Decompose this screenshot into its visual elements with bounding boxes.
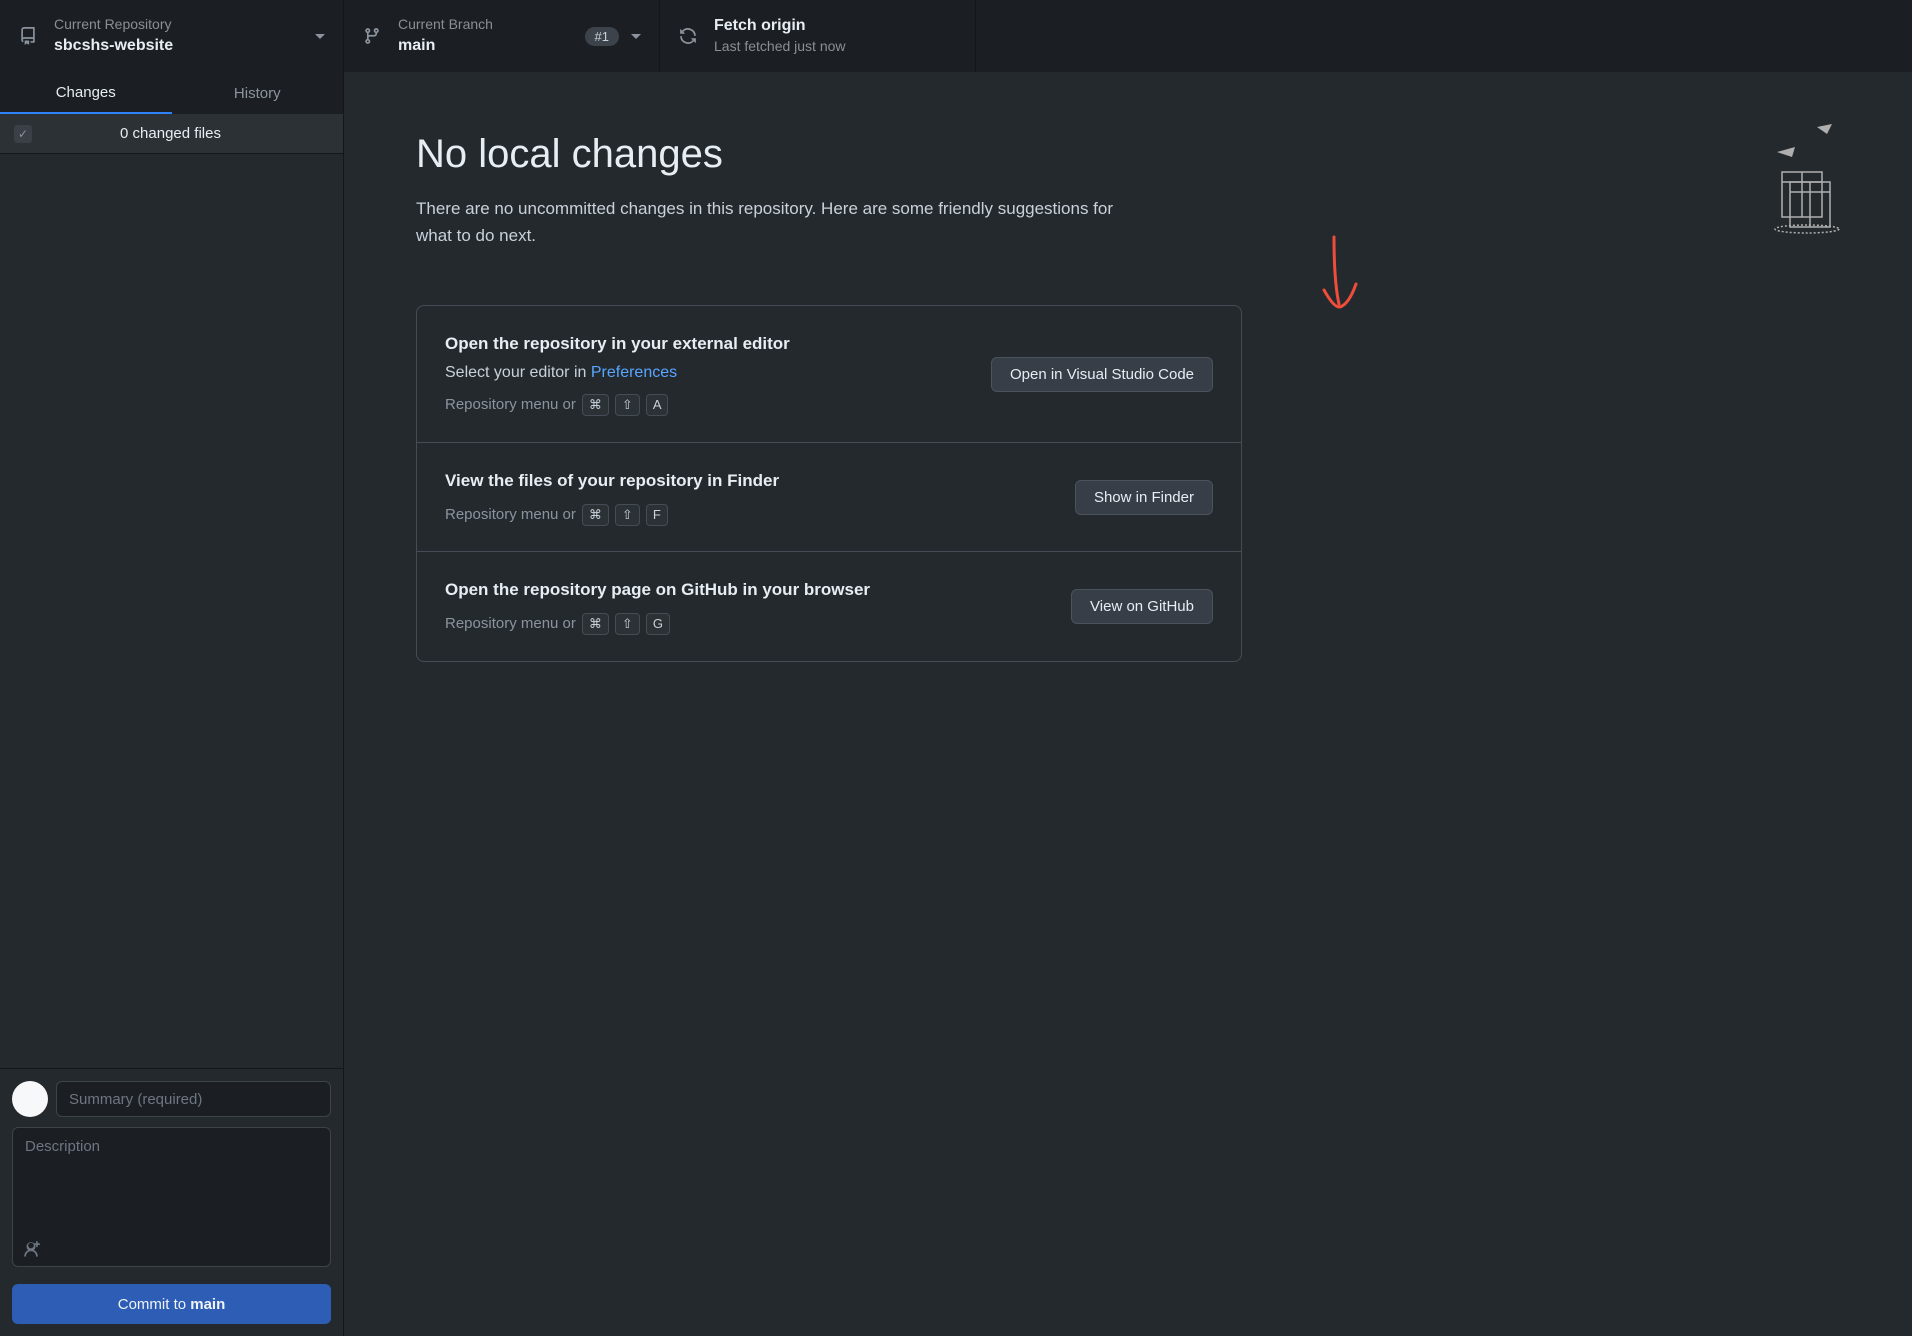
suggestion-list: Open the repository in your external edi… — [416, 305, 1242, 661]
sidebar: Changes History ✓ 0 changed files Commit… — [0, 72, 344, 1336]
select-all-checkbox[interactable]: ✓ — [14, 125, 32, 143]
suggestion-open-editor: Open the repository in your external edi… — [417, 306, 1241, 443]
add-coauthor-icon[interactable] — [22, 1241, 40, 1264]
suggestion-hint: Repository menu or ⌘ ⇧ A — [445, 392, 790, 418]
show-finder-button[interactable]: Show in Finder — [1075, 480, 1213, 515]
key-letter: F — [646, 504, 668, 526]
summary-input[interactable] — [56, 1081, 331, 1117]
changes-header: ✓ 0 changed files — [0, 114, 343, 154]
no-changes-illustration — [1732, 122, 1842, 242]
pr-badge: #1 — [585, 27, 619, 46]
key-cmd: ⌘ — [582, 613, 609, 635]
commit-prefix: Commit to — [118, 1296, 191, 1313]
repository-selector[interactable]: Current Repository sbcshs-website — [0, 0, 344, 72]
changes-count: 0 changed files — [32, 125, 343, 142]
suggestion-title: Open the repository page on GitHub in yo… — [445, 576, 870, 605]
key-cmd: ⌘ — [582, 504, 609, 526]
fetch-button[interactable]: Fetch origin Last fetched just now — [660, 0, 976, 72]
sync-icon — [678, 26, 698, 46]
page-subtitle: There are no uncommitted changes in this… — [416, 195, 1136, 249]
key-letter: G — [646, 613, 670, 635]
chevron-down-icon — [315, 34, 325, 39]
branch-name: main — [398, 35, 493, 57]
page-title: No local changes — [416, 132, 1840, 177]
key-cmd: ⌘ — [582, 394, 609, 416]
tab-changes[interactable]: Changes — [0, 72, 172, 114]
content-area: No local changes There are no uncommitte… — [344, 72, 1912, 1336]
suggestion-hint: Repository menu or ⌘ ⇧ G — [445, 611, 870, 637]
suggestion-detail: Select your editor in Preferences — [445, 359, 790, 386]
repo-label: Current Repository — [54, 15, 173, 35]
suggestion-show-finder: View the files of your repository in Fin… — [417, 443, 1241, 552]
key-shift: ⇧ — [615, 504, 640, 526]
preferences-link[interactable]: Preferences — [591, 364, 677, 381]
branch-label: Current Branch — [398, 15, 493, 35]
toolbar: Current Repository sbcshs-website Curren… — [0, 0, 1912, 72]
key-shift: ⇧ — [615, 394, 640, 416]
key-letter: A — [646, 394, 669, 416]
annotation-arrow — [1304, 232, 1374, 322]
view-github-button[interactable]: View on GitHub — [1071, 589, 1213, 624]
git-branch-icon — [362, 26, 382, 46]
suggestion-title: Open the repository in your external edi… — [445, 330, 790, 359]
description-input[interactable] — [12, 1127, 331, 1267]
suggestion-title: View the files of your repository in Fin… — [445, 467, 779, 496]
commit-form: Commit to main — [0, 1068, 343, 1336]
repo-icon — [18, 26, 38, 46]
fetch-subtitle: Last fetched just now — [714, 37, 846, 57]
chevron-down-icon — [631, 34, 641, 39]
commit-button[interactable]: Commit to main — [12, 1284, 331, 1324]
suggestion-view-github: Open the repository page on GitHub in yo… — [417, 552, 1241, 660]
open-editor-button[interactable]: Open in Visual Studio Code — [991, 357, 1213, 392]
avatar — [12, 1081, 48, 1117]
suggestion-hint: Repository menu or ⌘ ⇧ F — [445, 502, 779, 528]
fetch-title: Fetch origin — [714, 15, 846, 37]
branch-selector[interactable]: Current Branch main #1 — [344, 0, 660, 72]
key-shift: ⇧ — [615, 613, 640, 635]
commit-target-branch: main — [190, 1296, 225, 1313]
tab-history[interactable]: History — [172, 72, 344, 114]
repo-name: sbcshs-website — [54, 35, 173, 57]
